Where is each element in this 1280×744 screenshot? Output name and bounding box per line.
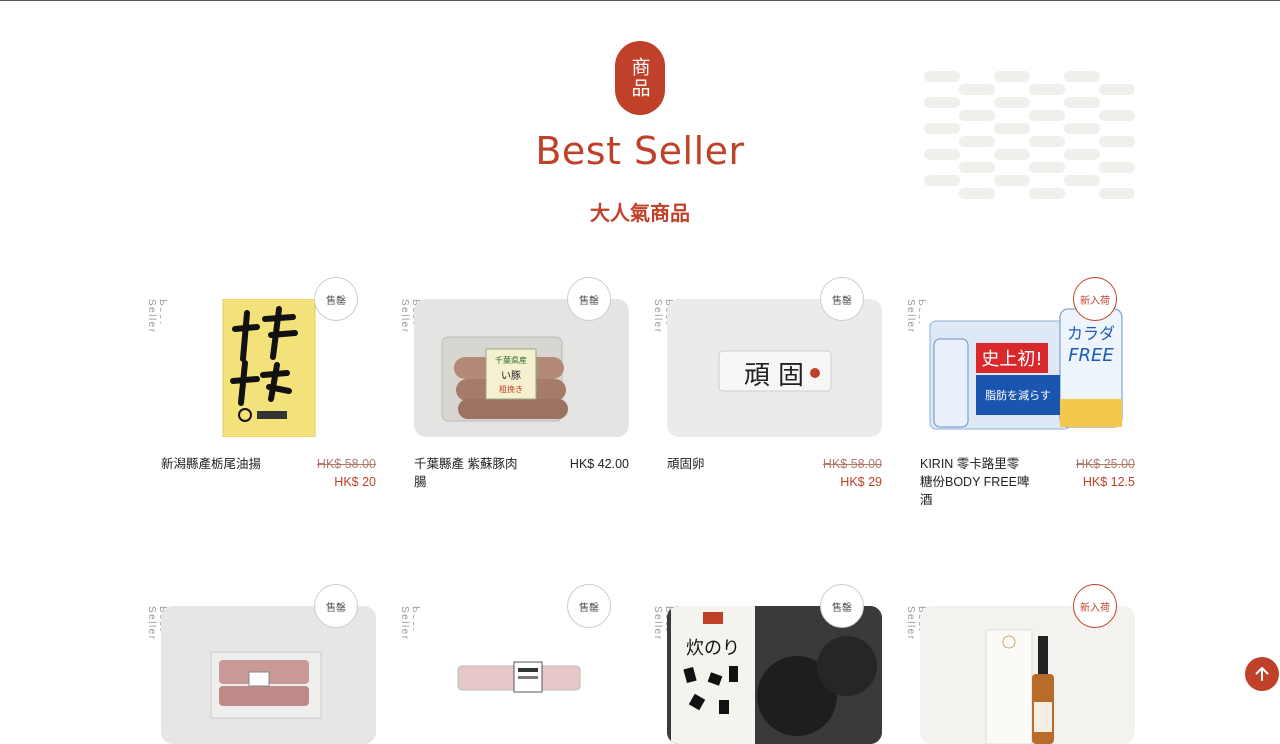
new-arrival-badge: 新入荷 [1073,584,1117,628]
product-image-seaweed-box[interactable]: 炊のり [667,606,882,744]
product-image-fried-tofu[interactable] [161,299,376,437]
original-price: HK$ 25.00 [1075,457,1135,471]
status-badge: 售罄 [567,277,611,321]
status-badge: 售罄 [820,277,864,321]
svg-text:い豚: い豚 [501,370,521,382]
section-subtitle: 大人氣商品 [590,201,690,225]
product-image-dropper-bottle[interactable] [920,606,1135,744]
product-price: HK$ 25.00 HK$ 12.5 [1076,455,1135,491]
product-image-pork-sausage[interactable]: 千葉県産 い豚 粗挽き [414,299,629,437]
sale-price: HK$ 20 [334,475,376,489]
svg-text:脂肪を減らす: 脂肪を減らす [985,388,1051,402]
svg-text:千葉県産: 千葉県産 [495,355,527,365]
svg-text:史上初!: 史上初! [981,349,1042,370]
original-price: HK$ 58.00 [822,457,882,471]
section-title: Best Seller [535,129,745,173]
svg-text:固: 固 [778,361,804,391]
product-image-meat-pack[interactable] [161,606,376,744]
product-image-egg-carton[interactable]: 頑 固 [667,299,882,437]
product-name[interactable]: KIRIN 零卡路里零糖份BODY FREE啤酒 [920,455,1030,509]
sale-price: HK$ 12.5 [1082,475,1135,489]
product-name[interactable]: 頑固卵 [667,455,777,473]
product-name[interactable]: 新潟縣產栃尾油揚 [161,455,271,473]
scroll-to-top-button[interactable] [1245,657,1279,691]
product-price: HK$ 58.00 HK$ 20 [317,455,376,491]
original-price: HK$ 58.00 [316,457,376,471]
seaweed-label: 炊のり [686,638,740,659]
product-name[interactable]: 千葉縣產 紫蘇豚肉腸 [414,455,524,491]
svg-text:FREE: FREE [1068,345,1114,366]
status-badge: 售罄 [314,584,358,628]
regular-price: HK$ 42.00 [569,457,629,471]
product-image-beer-cans[interactable]: カラダ FREE 史上初! 脂肪を減らす [920,299,1135,437]
status-badge: 售罄 [314,277,358,321]
arrow-up-icon [1255,667,1269,681]
product-image-sausage-pack[interactable] [414,606,629,744]
product-price: HK$ 42.00 [570,455,629,473]
product-price: HK$ 58.00 HK$ 29 [823,455,882,491]
status-badge: 售罄 [567,584,611,628]
status-badge: 售罄 [820,584,864,628]
sale-price: HK$ 29 [840,475,882,489]
svg-text:頑: 頑 [744,361,770,391]
svg-text:カラダ: カラダ [1067,324,1115,343]
new-arrival-badge: 新入荷 [1073,277,1117,321]
section-badge: 商品 [615,41,665,115]
svg-text:粗挽き: 粗挽き [499,384,523,394]
